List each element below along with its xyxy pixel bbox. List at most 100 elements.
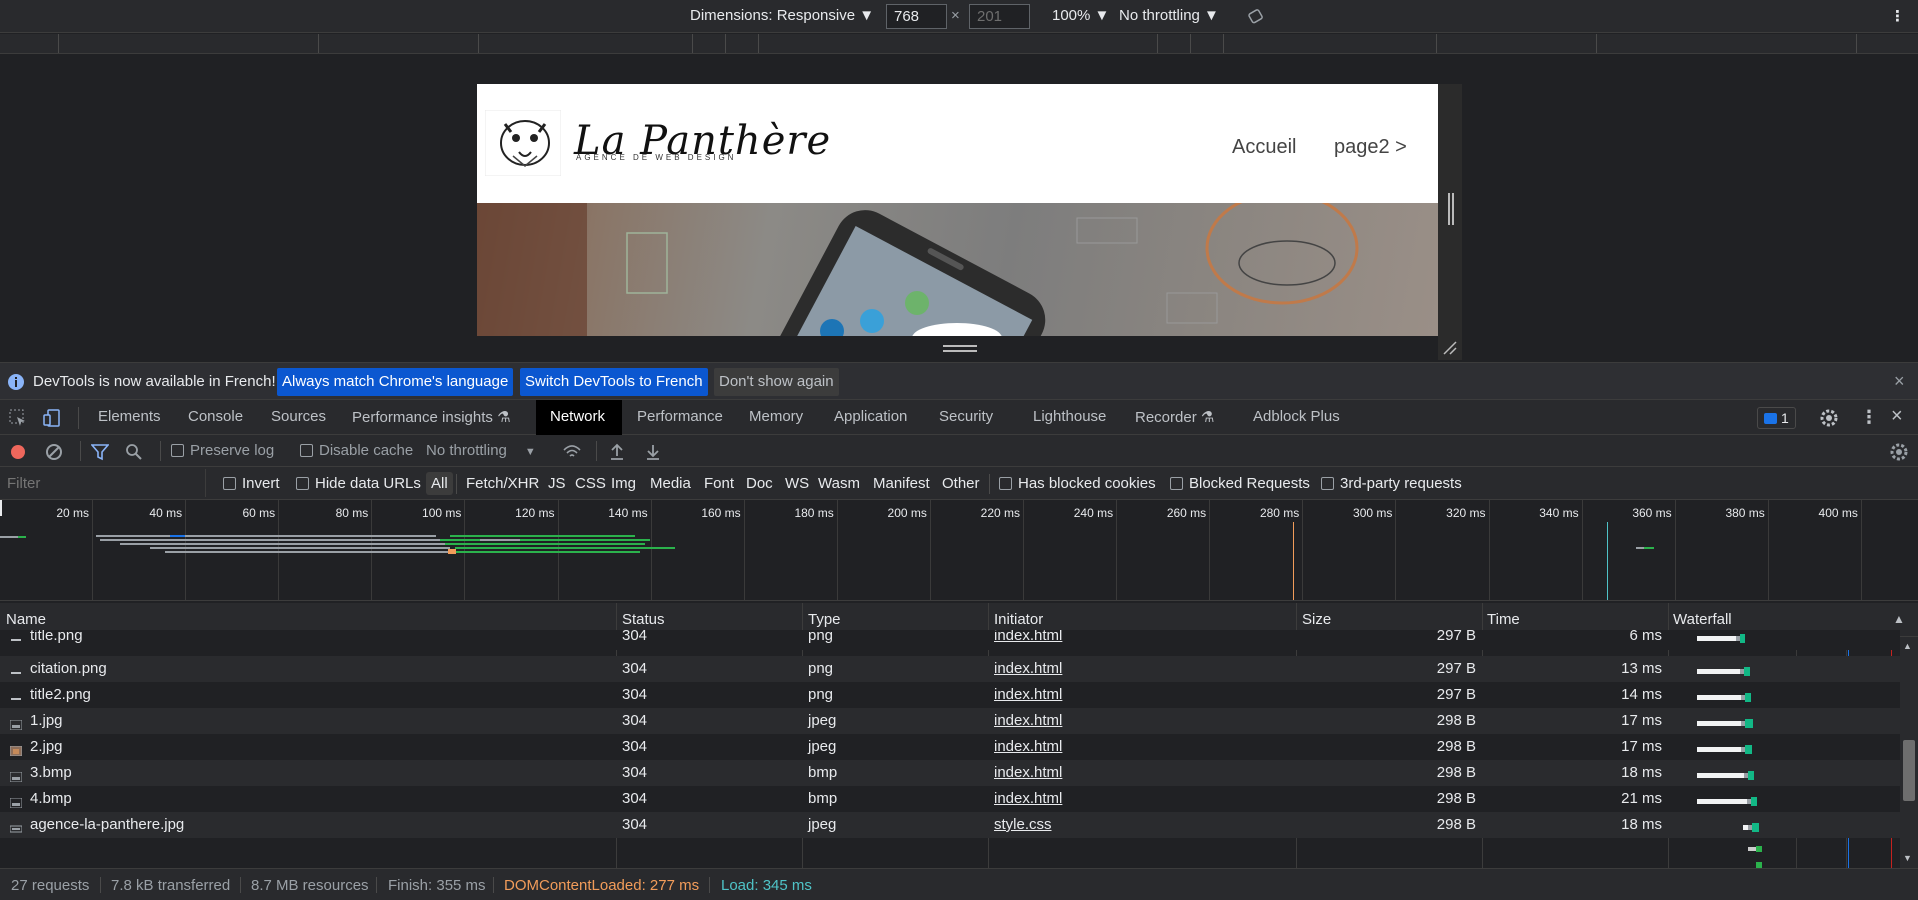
switch-to-french-button[interactable]: Switch DevTools to French (520, 368, 708, 396)
type-filter-all[interactable]: All (426, 472, 453, 495)
type-filter-doc[interactable]: Doc (746, 475, 773, 492)
network-settings-gear-icon[interactable] (1889, 442, 1909, 462)
request-time: 17 ms (1621, 712, 1662, 729)
table-row[interactable]: title2.png 304 png index.html 297 B 14 ms (0, 682, 1900, 708)
infobar-close-icon[interactable]: × (1894, 371, 1905, 392)
export-har-icon[interactable] (645, 443, 661, 461)
column-initiator[interactable]: Initiator (994, 611, 1043, 628)
has-blocked-cookies-checkbox[interactable]: Has blocked cookies (999, 475, 1156, 492)
column-status[interactable]: Status (622, 611, 665, 628)
type-filter-img[interactable]: Img (611, 475, 636, 492)
network-conditions-icon[interactable] (562, 443, 582, 461)
third-party-requests-checkbox[interactable]: 3rd-party requests (1321, 475, 1462, 492)
waterfall-bar (1697, 794, 1897, 811)
tab-lighthouse[interactable]: Lighthouse (1033, 408, 1106, 425)
file-type-icon (9, 821, 23, 833)
type-filter-manifest[interactable]: Manifest (873, 475, 930, 492)
column-type[interactable]: Type (808, 611, 841, 628)
dont-show-again-button[interactable]: Don't show again (714, 368, 839, 396)
tab-sources[interactable]: Sources (271, 408, 326, 425)
column-name[interactable]: Name (6, 611, 46, 628)
request-time: 6 ms (1629, 630, 1662, 644)
filter-input[interactable] (0, 469, 206, 497)
scroll-down-icon[interactable]: ▼ (1903, 853, 1912, 863)
table-row[interactable]: title.png 304 png index.html 297 B 6 ms (0, 630, 1900, 650)
tab-performance-insights[interactable]: Performance insights ⚗ (352, 408, 511, 426)
zoom-dropdown[interactable]: 100% ▼ (1052, 7, 1109, 24)
table-row[interactable]: 3.bmp 304 bmp index.html 298 B 18 ms (0, 760, 1900, 786)
table-scrollbar[interactable]: ▲ ▼ (1900, 637, 1918, 868)
devtools-menu-icon[interactable]: ⋮ (1860, 407, 1878, 428)
network-overview-timeline[interactable]: 20 ms 40 ms 60 ms 80 ms 100 ms 120 ms 140 ms 16… (0, 500, 1918, 601)
table-row[interactable]: agence-la-panthere.jpg 304 jpeg style.css 29… (0, 812, 1900, 838)
height-input[interactable]: 201 (969, 4, 1030, 29)
dimensions-dropdown[interactable]: Dimensions: Responsive ▼ (690, 7, 874, 24)
type-filter-js[interactable]: JS (548, 475, 566, 492)
resize-handle-right[interactable] (1448, 193, 1454, 225)
close-devtools-icon[interactable]: × (1891, 405, 1903, 428)
type-filter-media[interactable]: Media (650, 475, 691, 492)
scroll-up-icon[interactable]: ▲ (1903, 641, 1912, 651)
resize-handle-bottom[interactable] (943, 345, 977, 352)
column-size[interactable]: Size (1302, 611, 1331, 628)
sort-ascending-icon[interactable]: ▲ (1893, 612, 1905, 626)
type-filter-wasm[interactable]: Wasm (818, 475, 860, 492)
scrollbar-thumb[interactable] (1903, 740, 1915, 801)
settings-gear-icon[interactable] (1819, 408, 1839, 428)
table-row[interactable]: 4.bmp 304 bmp index.html 298 B 21 ms (0, 786, 1900, 812)
tab-console[interactable]: Console (188, 408, 243, 425)
filter-icon[interactable] (91, 443, 109, 461)
type-filter-other[interactable]: Other (942, 475, 980, 492)
waterfall-bar (1697, 631, 1897, 648)
type-filter-font[interactable]: Font (704, 475, 734, 492)
tab-elements[interactable]: Elements (98, 408, 161, 425)
issues-badge[interactable]: 1 (1757, 407, 1796, 429)
preserve-log-checkbox[interactable]: Preserve log (171, 442, 274, 459)
hide-data-urls-checkbox[interactable]: Hide data URLs (296, 475, 421, 492)
request-initiator-link[interactable]: index.html (994, 712, 1062, 729)
request-initiator-link[interactable]: index.html (994, 686, 1062, 703)
blocked-requests-checkbox[interactable]: Blocked Requests (1170, 475, 1310, 492)
request-initiator-link[interactable]: index.html (994, 790, 1062, 807)
table-row[interactable]: 2.jpg 304 jpeg index.html 298 B 17 ms (0, 734, 1900, 760)
clear-icon[interactable] (45, 443, 63, 461)
table-row[interactable]: 1.jpg 304 jpeg index.html 298 B 17 ms (0, 708, 1900, 734)
request-initiator-link[interactable]: index.html (994, 738, 1062, 755)
disable-cache-checkbox[interactable]: Disable cache (300, 442, 413, 459)
type-filter-ws[interactable]: WS (785, 475, 809, 492)
throttling-dropdown[interactable]: No throttling ▼ (1119, 7, 1219, 24)
request-type: png (808, 686, 834, 703)
resize-corner-icon[interactable] (1442, 340, 1458, 356)
tab-recorder[interactable]: Recorder ⚗ (1135, 408, 1214, 426)
column-time[interactable]: Time (1487, 611, 1520, 628)
network-throttling-select[interactable]: No throttling ▼ (426, 442, 536, 459)
request-size: 298 B (1436, 712, 1476, 729)
tab-application[interactable]: Application (834, 408, 907, 425)
request-initiator-link[interactable]: style.css (994, 816, 1052, 833)
rotate-icon[interactable] (1247, 7, 1265, 25)
tab-memory[interactable]: Memory (749, 408, 803, 425)
record-icon[interactable] (9, 443, 27, 461)
column-waterfall[interactable]: Waterfall (1673, 611, 1732, 628)
request-initiator-link[interactable]: index.html (994, 660, 1062, 677)
table-row[interactable]: citation.png 304 png index.html 297 B 13 ms (0, 656, 1900, 682)
transferred-size: 7.8 kB transferred (111, 877, 231, 894)
tab-adblock-plus[interactable]: Adblock Plus (1253, 408, 1340, 425)
type-filter-css[interactable]: CSS (575, 475, 606, 492)
tab-network[interactable]: Network (550, 408, 605, 425)
type-filter-fetch-xhr[interactable]: Fetch/XHR (466, 475, 539, 492)
search-icon[interactable] (125, 443, 143, 461)
request-initiator-link[interactable]: index.html (994, 630, 1062, 644)
more-options-icon[interactable]: ⋮ (1890, 7, 1905, 25)
site-nav-page2[interactable]: page2 > (1334, 136, 1407, 159)
device-toggle-icon[interactable] (43, 409, 61, 427)
site-nav-accueil[interactable]: Accueil (1232, 136, 1296, 159)
request-initiator-link[interactable]: index.html (994, 764, 1062, 781)
width-input[interactable]: 768 (886, 4, 947, 29)
tab-performance[interactable]: Performance (637, 408, 723, 425)
inspect-element-icon[interactable] (9, 409, 27, 427)
invert-checkbox[interactable]: Invert (223, 475, 280, 492)
tab-security[interactable]: Security (939, 408, 993, 425)
always-match-language-button[interactable]: Always match Chrome's language (277, 368, 514, 396)
import-har-icon[interactable] (609, 443, 625, 461)
